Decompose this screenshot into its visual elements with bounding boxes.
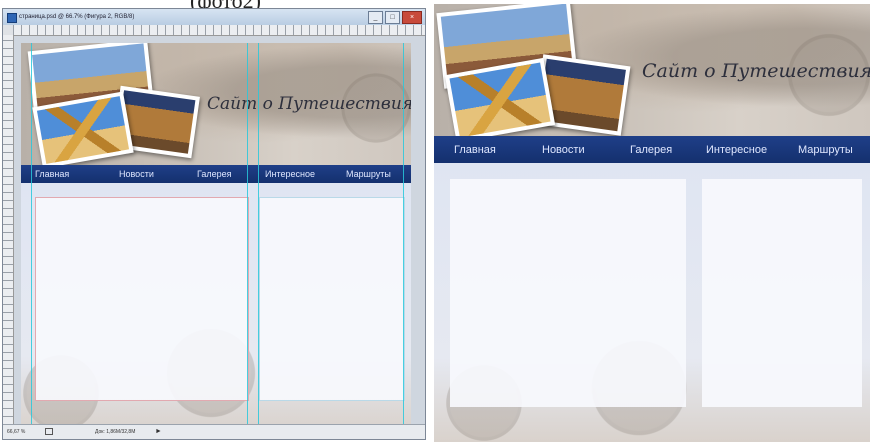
site-title: Сайт о Путешествиях — [642, 60, 870, 82]
nav-item-home[interactable]: Главная — [35, 169, 69, 179]
nav-item-gallery[interactable]: Галерея — [197, 169, 232, 179]
nav-item-interesting[interactable]: Интересное — [706, 144, 767, 156]
window-controls: _ □ × — [368, 11, 422, 24]
document-info-icon[interactable] — [45, 428, 53, 435]
guide-line[interactable] — [247, 43, 248, 431]
canvas-site-mockup: Сайт о Путешествиях Главная Новости Гале… — [21, 43, 411, 431]
content-block-main — [450, 179, 686, 407]
site-navbar: Главная Новости Галерея Интересное Маршр… — [21, 165, 411, 183]
close-button[interactable]: × — [402, 11, 422, 24]
content-block-side — [259, 197, 405, 401]
guide-line[interactable] — [258, 43, 259, 431]
horizontal-ruler[interactable] — [13, 25, 425, 36]
content-block-main — [35, 197, 249, 401]
site-title: Сайт о Путешествиях — [207, 94, 411, 114]
site-header: Сайт о Путешествиях — [434, 4, 870, 143]
editor-titlebar[interactable]: страница.psd @ 66.7% (Фигура 2, RGB/8) _… — [3, 9, 425, 26]
zoom-level[interactable]: 66,67 % — [7, 425, 25, 439]
editor-title: страница.psd @ 66.7% (Фигура 2, RGB/8) — [19, 14, 135, 20]
site-content — [434, 163, 870, 442]
site-content — [21, 183, 411, 431]
guide-line[interactable] — [403, 43, 404, 431]
guide-line[interactable] — [31, 43, 32, 431]
editor-window: страница.psd @ 66.7% (Фигура 2, RGB/8) _… — [2, 8, 426, 440]
maximize-button[interactable]: □ — [385, 11, 400, 24]
site-header: Сайт о Путешествиях — [21, 43, 411, 169]
status-bar: 66,67 % Док: 1,86М/32,8М ► — [3, 424, 425, 439]
nav-item-interesting[interactable]: Интересное — [265, 169, 315, 179]
nav-item-news[interactable]: Новости — [119, 169, 154, 179]
status-menu-arrow[interactable]: ► — [155, 425, 162, 439]
nav-item-news[interactable]: Новости — [542, 144, 585, 156]
document-icon — [7, 13, 17, 23]
site-navbar: Главная Новости Галерея Интересное Маршр… — [434, 136, 870, 163]
minimize-button[interactable]: _ — [368, 11, 383, 24]
nav-item-home[interactable]: Главная — [454, 144, 496, 156]
nav-item-gallery[interactable]: Галерея — [630, 144, 672, 156]
vertical-ruler[interactable] — [3, 35, 14, 425]
site-preview: Сайт о Путешествиях Главная Новости Гале… — [434, 4, 870, 442]
document-size: Док: 1,86М/32,8М — [95, 429, 136, 435]
content-block-side — [702, 179, 862, 407]
ruler-corner[interactable] — [3, 25, 13, 35]
nav-item-routes[interactable]: Маршруты — [346, 169, 391, 179]
nav-item-routes[interactable]: Маршруты — [798, 144, 853, 156]
